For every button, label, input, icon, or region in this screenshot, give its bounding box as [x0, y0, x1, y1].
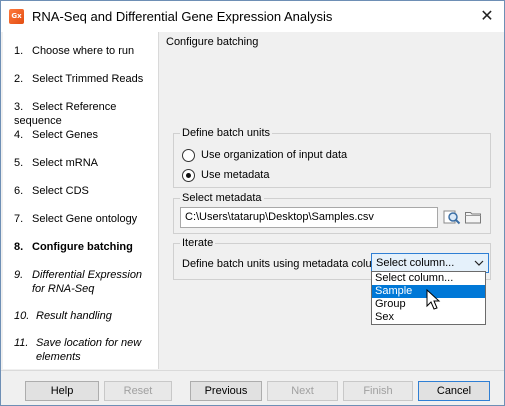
iterate-legend: Iterate — [180, 237, 216, 249]
step-label-line1: Differential Expression — [32, 269, 143, 281]
batch-units-group: Define batch units Use organization of i… — [173, 127, 491, 188]
batch-units-legend: Define batch units — [180, 127, 273, 139]
title-bar: Gx RNA-Seq and Differential Gene Express… — [1, 1, 504, 32]
metadata-path-field[interactable]: C:\Users\tatarup\Desktop\Samples.csv — [180, 207, 438, 228]
app-icon: Gx — [9, 9, 24, 24]
step-select-genes: 4. Select Genes — [14, 128, 98, 142]
radio-label: Use organization of input data — [201, 149, 348, 161]
page-title: Configure batching — [166, 36, 259, 48]
step-number: 1. — [14, 45, 24, 57]
step-result-handling: 10. Result handling — [14, 309, 112, 323]
radio-circle[interactable] — [182, 148, 195, 162]
step-number: 7. — [14, 213, 24, 225]
step-number: 4. — [14, 129, 24, 141]
step-label: Select Trimmed Reads — [32, 73, 144, 85]
radio-circle-checked[interactable] — [182, 168, 195, 182]
step-label: Configure batching — [32, 241, 133, 253]
step-label: Select Genes — [32, 129, 99, 141]
step-label: Select mRNA — [32, 157, 99, 169]
select-value: Select column... — [376, 257, 455, 269]
step-label: Result handling — [36, 310, 112, 322]
step-number: 6. — [14, 185, 24, 197]
step-label-line1: Save location for new — [36, 337, 142, 349]
dropdown-option-sex[interactable]: Sex — [372, 311, 485, 324]
step-label: Select CDS — [32, 185, 89, 197]
radio-use-metadata[interactable]: Use metadata — [182, 167, 269, 183]
step-number: 10. — [14, 310, 30, 322]
radio-use-organization[interactable]: Use organization of input data — [182, 147, 347, 163]
previous-button[interactable]: Previous — [190, 381, 262, 401]
dropdown-option-select-column[interactable]: Select column... — [372, 272, 485, 285]
button-bar: Help Reset Previous Next Finish Cancel — [1, 370, 504, 405]
step-differential-expression: 9. Differential Expression for RNA-Seq — [14, 268, 142, 296]
step-number: 8. — [14, 241, 24, 253]
step-number: 11. — [14, 337, 29, 349]
next-button[interactable]: Next — [267, 381, 338, 401]
metadata-legend: Select metadata — [180, 192, 264, 204]
radio-label: Use metadata — [201, 169, 270, 181]
step-select-cds: 6. Select CDS — [14, 184, 89, 198]
step-select-gene-ontology: 7. Select Gene ontology — [14, 212, 137, 226]
step-select-mrna: 5. Select mRNA — [14, 156, 98, 170]
step-select-reference-sequence: 3. Select Reference sequence — [14, 100, 158, 128]
step-select-trimmed-reads: 2. Select Trimmed Reads — [14, 72, 143, 86]
step-number: 5. — [14, 157, 24, 169]
step-label-line2: elements — [36, 351, 81, 363]
step-number: 2. — [14, 73, 24, 85]
step-save-location: 11. Save location for new elements — [14, 336, 141, 364]
close-button[interactable]: ✕ — [472, 3, 502, 30]
step-choose-where-to-run: 1. Choose where to run — [14, 44, 134, 58]
search-icon[interactable] — [443, 208, 461, 226]
step-configure-batching: 8. Configure batching — [14, 240, 133, 254]
window-title: RNA-Seq and Differential Gene Expression… — [32, 9, 333, 24]
step-label: Select Gene ontology — [32, 213, 138, 225]
step-number: 9. — [14, 269, 24, 281]
cancel-button[interactable]: Cancel — [418, 381, 490, 401]
iterate-column-label: Define batch units using metadata column — [182, 258, 387, 270]
metadata-group: Select metadata C:\Users\tatarup\Desktop… — [173, 192, 491, 234]
reset-button[interactable]: Reset — [104, 381, 172, 401]
chevron-down-icon — [474, 260, 484, 266]
mouse-cursor-icon — [426, 289, 441, 310]
folder-icon[interactable] — [464, 208, 482, 226]
wizard-steps-panel: 1. Choose where to run 2. Select Trimmed R… — [3, 32, 159, 369]
metadata-column-select[interactable]: Select column... — [371, 253, 489, 273]
step-number: 3. — [14, 101, 24, 113]
help-button[interactable]: Help — [25, 381, 99, 401]
step-label: Choose where to run — [32, 45, 135, 57]
finish-button[interactable]: Finish — [343, 381, 413, 401]
dialog-window: Gx RNA-Seq and Differential Gene Express… — [0, 0, 505, 406]
step-label-line2: for RNA-Seq — [32, 283, 95, 295]
